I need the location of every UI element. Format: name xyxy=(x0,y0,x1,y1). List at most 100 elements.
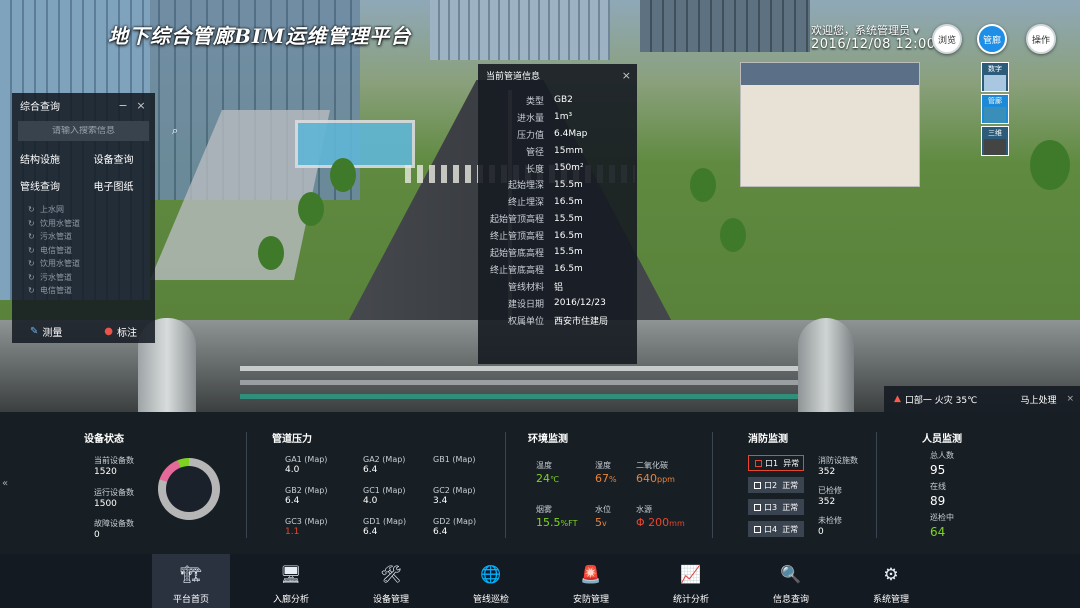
environment-number: 24 xyxy=(536,472,550,485)
query-panel: 综合查询 − × ⌕ 结构设施 设备查询 管线查询 电子图纸 ↻ 上水网 ↻ 饮用水… xyxy=(12,93,178,343)
search-input[interactable] xyxy=(18,126,172,136)
list-item-label: 污水管道 xyxy=(40,272,72,282)
operate-button[interactable]: 操作 xyxy=(1026,24,1056,54)
pipe-info-value: 16.5m xyxy=(554,196,583,207)
environment-label: 水源 xyxy=(636,505,652,514)
scene-building xyxy=(430,0,610,60)
gallery-button[interactable]: 管廊 xyxy=(977,24,1007,54)
view-thumbnail xyxy=(984,75,1006,91)
nav-item[interactable]: 🛠 设备管理 xyxy=(352,554,430,608)
list-item-label: 污水管道 xyxy=(40,232,72,242)
view-tab-3d[interactable]: 三维 xyxy=(981,126,1009,156)
scene-house xyxy=(740,62,920,187)
fire-stat-value: 352 xyxy=(818,467,836,477)
close-icon[interactable]: × xyxy=(135,99,147,112)
view-thumbnail xyxy=(984,139,1006,155)
refresh-icon: ↻ xyxy=(28,286,35,296)
device-value: 0 xyxy=(94,530,100,540)
refresh-icon: ↻ xyxy=(28,272,35,282)
nav-item[interactable]: 🚨 安防管理 xyxy=(552,554,630,608)
device-status-ring xyxy=(158,458,220,520)
pipe-info-key: 权属单位 xyxy=(507,316,544,327)
mark-button[interactable]: ● 标注 xyxy=(104,324,137,339)
environment-unit: %FT xyxy=(560,519,578,528)
search-icon[interactable]: ⌕ xyxy=(172,124,178,138)
personnel-value: 64 xyxy=(930,525,946,539)
nav-item[interactable]: ⚙ 系统管理 xyxy=(852,554,930,608)
list-item[interactable]: ↻ 饮用水管道 xyxy=(28,217,147,231)
handle-now-button[interactable]: 马上处理 xyxy=(1020,393,1056,406)
globe-icon: 🌐 xyxy=(480,565,502,585)
nav-item[interactable]: 🌐 管线巡检 xyxy=(452,554,530,608)
view-tab-digital[interactable]: 数字 xyxy=(981,62,1009,92)
pressure-value: 3.4 xyxy=(433,496,448,506)
nav-item[interactable]: 🏗 平台首页 xyxy=(152,554,230,608)
collapse-left-icon[interactable]: « xyxy=(2,478,8,489)
device-label: 故障设备数 xyxy=(94,519,134,528)
mark-label: 标注 xyxy=(117,328,137,339)
device-label: 运行设备数 xyxy=(94,488,134,497)
environment-number: Φ 200 xyxy=(636,516,670,529)
refresh-icon: ↻ xyxy=(28,245,35,255)
list-item[interactable]: ↻ 上水网 xyxy=(28,203,147,217)
magnifier-icon: 🔍 xyxy=(780,565,802,585)
view-tab-gallery[interactable]: 管廊 xyxy=(981,94,1009,124)
tunnel-pipe[interactable] xyxy=(240,366,840,371)
tunnel-pipe[interactable] xyxy=(240,394,840,399)
pipe-info-row: 压力值 6.4Map xyxy=(478,126,637,143)
pipe-info-value: 15mm xyxy=(554,146,583,157)
list-item[interactable]: ↻ 污水管道 xyxy=(28,271,147,285)
close-icon[interactable]: × xyxy=(1066,394,1074,404)
alert-text: 口部一 火灾 35℃ xyxy=(904,395,978,406)
nav-item[interactable]: 🖥 入廊分析 xyxy=(252,554,330,608)
pressure-label: GD2 (Map) xyxy=(433,517,477,526)
square-icon xyxy=(754,503,761,511)
category-pipeline[interactable]: 管线查询 xyxy=(20,178,84,193)
fire-zone-status: 正常 xyxy=(782,480,799,490)
pipe-info-value: 16.5m xyxy=(554,264,583,275)
environment-value: Φ 200mm xyxy=(636,516,685,529)
gear-icon: ⚙ xyxy=(883,565,899,585)
pressure-value: 4.0 xyxy=(285,465,300,475)
pressure-label: GC2 (Map) xyxy=(433,486,476,495)
device-label: 当前设备数 xyxy=(94,456,134,465)
fire-zone-2[interactable]: 口2 正常 xyxy=(748,477,804,493)
browse-button[interactable]: 浏览 xyxy=(932,24,962,54)
pipe-info-key: 管线材料 xyxy=(507,282,544,293)
pipe-info-key: 起始管底高程 xyxy=(489,248,544,259)
pipe-info-key: 长度 xyxy=(525,164,544,175)
list-item[interactable]: ↻ 污水管道 xyxy=(28,230,147,244)
category-equipment[interactable]: 设备查询 xyxy=(84,151,148,166)
environment-label: 二氧化碳 xyxy=(636,461,668,470)
close-icon[interactable]: × xyxy=(622,69,631,82)
list-item[interactable]: ↻ 饮用水管道 xyxy=(28,257,147,271)
tunnel-pipe[interactable] xyxy=(240,380,840,385)
nav-item[interactable]: 🔍 信息查询 xyxy=(752,554,830,608)
category-structure[interactable]: 结构设施 xyxy=(20,151,84,166)
pipe-info-key: 终止管顶高程 xyxy=(489,232,544,243)
nav-item-label: 统计分析 xyxy=(672,595,709,605)
list-item[interactable]: ↻ 电信管道 xyxy=(28,244,147,258)
fire-zone-1[interactable]: 口1 异常 xyxy=(748,455,804,471)
category-drawings[interactable]: 电子图纸 xyxy=(84,178,148,193)
environment-value: 15.5%FT xyxy=(536,516,577,529)
list-item[interactable]: ↻ 电信管道 xyxy=(28,284,147,298)
scene-building xyxy=(640,0,810,52)
view-tab-label: 数字 xyxy=(988,65,1002,73)
minimize-icon[interactable]: − xyxy=(117,99,129,112)
fire-stat-value: 0 xyxy=(818,527,824,537)
refresh-icon: ↻ xyxy=(28,205,35,215)
fire-zone-3[interactable]: 口3 正常 xyxy=(748,499,804,515)
pipe-info-row: 长度 150m² xyxy=(478,160,637,177)
measure-button[interactable]: ✎ 测量 xyxy=(30,324,104,339)
pressure-label: GC3 (Map) xyxy=(285,517,328,526)
pressure-label: GC1 (Map) xyxy=(363,486,406,495)
user-menu[interactable]: 欢迎您，系统管理员 ▾ xyxy=(811,22,919,38)
nav-item[interactable]: 📈 统计分析 xyxy=(652,554,730,608)
nav-item-label: 平台首页 xyxy=(172,595,209,605)
fire-zone-4[interactable]: 口4 正常 xyxy=(748,521,804,537)
environment-value: 24℃ xyxy=(536,472,559,485)
environment-unit: ppm xyxy=(657,475,675,484)
pipe-list: ↻ 上水网 ↻ 饮用水管道 ↻ 污水管道 ↻ 电信管道 ↻ 饮用水管道 ↻ 污水管道 ↻ 电信… xyxy=(20,203,147,298)
fire-zone-status: 正常 xyxy=(782,524,799,534)
